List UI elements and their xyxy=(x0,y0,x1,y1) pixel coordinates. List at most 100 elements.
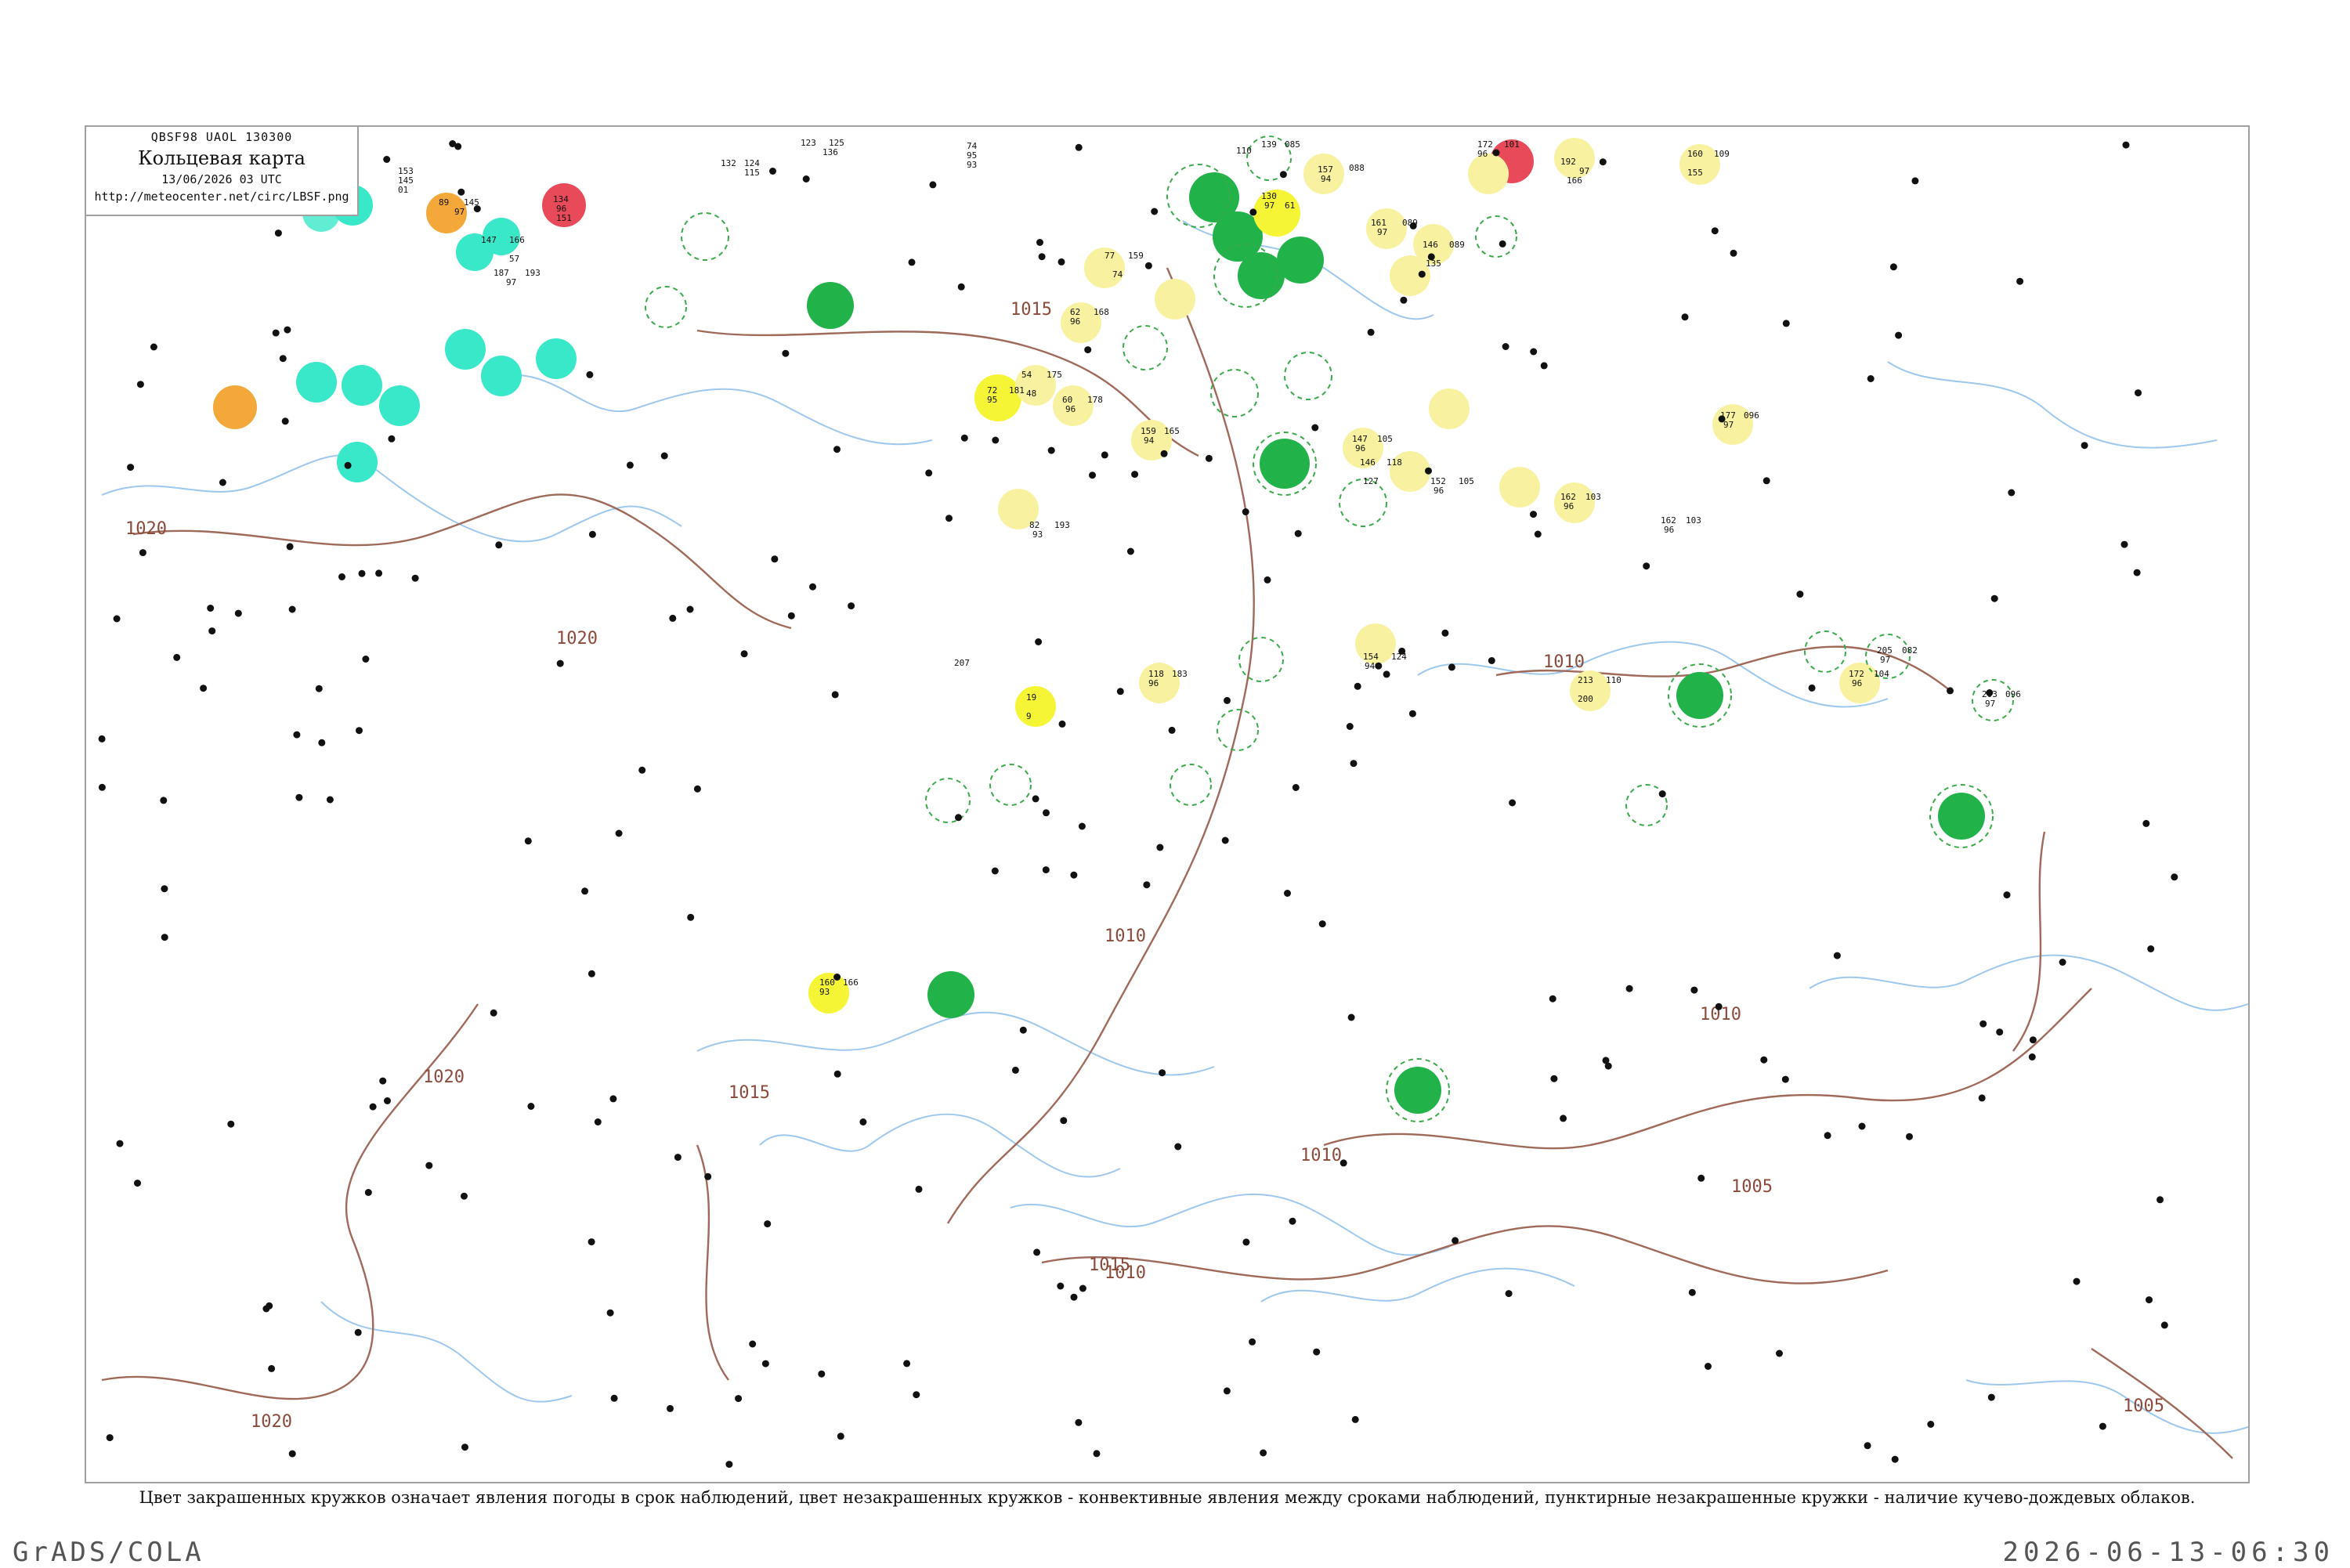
station-pressure: 96 xyxy=(1564,501,1574,511)
station-circle-orange[interactable] xyxy=(213,385,257,429)
station-marker xyxy=(586,370,594,378)
station-circle-yellow[interactable] xyxy=(974,374,1021,421)
synoptic-map[interactable]: 1015 1020 1010 1015 1020 1010 1015 1010 … xyxy=(86,127,2250,1483)
station-circle-light-yellow[interactable] xyxy=(1429,388,1470,429)
station-circle-green[interactable] xyxy=(927,971,974,1018)
station-marker xyxy=(279,355,287,363)
station-marker xyxy=(161,934,168,941)
station-circle-green[interactable] xyxy=(1394,1067,1441,1114)
bulletin-code: QBSF98 UAOL 130300 xyxy=(150,130,293,144)
station-marker xyxy=(1796,591,1804,598)
station-circle-green[interactable] xyxy=(807,282,854,329)
station-marker xyxy=(1441,629,1449,637)
station-marker xyxy=(1279,171,1287,179)
station-marker xyxy=(262,1305,270,1313)
station-marker xyxy=(116,1140,124,1147)
station-circle-green[interactable] xyxy=(1938,793,1985,840)
isobar-label: 1010 xyxy=(1300,1146,1342,1165)
station-marker xyxy=(1697,1174,1705,1182)
station-circle-yellow[interactable] xyxy=(1253,190,1300,237)
station-marker xyxy=(2003,891,2011,899)
station-marker xyxy=(98,735,106,742)
station-marker xyxy=(1340,1159,1347,1167)
station-temp: 146 xyxy=(1360,457,1376,468)
station-marker xyxy=(1599,158,1607,166)
station-circle-light-yellow[interactable] xyxy=(1155,279,1195,320)
station-pressure: 96 xyxy=(1148,678,1159,688)
station-marker xyxy=(150,343,157,351)
station-pressure: 9 xyxy=(1026,711,1032,721)
station-marker xyxy=(704,1172,712,1180)
station-marker xyxy=(354,1328,362,1336)
station-marker xyxy=(1891,1455,1899,1463)
station-circle-green[interactable] xyxy=(1676,672,1723,719)
station-marker xyxy=(1047,446,1055,454)
station-marker xyxy=(1808,684,1816,692)
cb-ring xyxy=(1123,325,1168,370)
station-circle-cyan[interactable] xyxy=(342,365,382,406)
station-marker xyxy=(581,887,589,895)
station-marker xyxy=(1038,253,1046,261)
station-marker xyxy=(288,605,296,613)
observation-time: 13/06/2026 03 UTC xyxy=(161,172,282,186)
station-marker xyxy=(1978,1094,1986,1102)
station-pressure: 96 xyxy=(1852,678,1862,688)
station-marker xyxy=(200,685,208,692)
station-circle-cyan[interactable] xyxy=(445,329,486,370)
station-circle-light-yellow[interactable] xyxy=(1554,482,1595,523)
station-marker xyxy=(903,1360,911,1367)
source-url[interactable]: http://meteocenter.net/circ/LBSF.png xyxy=(86,190,357,204)
station-marker xyxy=(1242,508,1249,515)
station-marker xyxy=(473,205,481,213)
station-marker xyxy=(913,1391,920,1399)
station-dewpoint: 61 xyxy=(1285,201,1295,211)
station-marker xyxy=(626,461,634,469)
station-marker xyxy=(609,1095,617,1103)
isobar-1015 xyxy=(696,329,1199,457)
station-circle-cyan[interactable] xyxy=(296,362,337,403)
station-marker xyxy=(1075,1418,1083,1426)
station-marker xyxy=(1400,296,1408,304)
station-pressure: 94 xyxy=(1321,174,1332,184)
station-marker xyxy=(1889,263,1897,271)
station-marker xyxy=(802,175,810,182)
map-panel[interactable]: 1015 1020 1010 1015 1020 1010 1015 1010 … xyxy=(85,125,2250,1483)
station-dewpoint: 175 xyxy=(1047,370,1062,380)
station-dewpoint: 089 xyxy=(1449,240,1465,250)
station-marker xyxy=(2133,569,2141,576)
station-marker xyxy=(1093,1450,1101,1458)
coastline xyxy=(1010,1193,1450,1256)
station-circle-green[interactable] xyxy=(1260,439,1310,489)
station-marker xyxy=(831,691,839,699)
station-marker xyxy=(1221,836,1229,844)
cb-ring xyxy=(1284,352,1332,400)
station-marker xyxy=(1408,710,1416,717)
station-circle-cyan[interactable] xyxy=(337,442,378,482)
station-circle-green[interactable] xyxy=(1277,237,1324,284)
station-dewpoint: 101 xyxy=(1504,139,1520,150)
station-marker xyxy=(344,461,352,469)
station-dewpoint: 139 xyxy=(1261,139,1277,150)
station-marker xyxy=(1084,346,1092,354)
station-pressure: 96 xyxy=(1664,525,1674,535)
station-marker xyxy=(1060,1117,1068,1125)
cb-ring xyxy=(645,286,687,328)
station-circle-cyan[interactable] xyxy=(481,356,522,396)
station-circle-light-yellow[interactable] xyxy=(1468,154,1509,194)
station-marker xyxy=(383,156,391,163)
station-marker xyxy=(2160,1321,2168,1329)
cb-ring xyxy=(1238,637,1284,682)
station-marker xyxy=(379,1077,387,1085)
station-temp: 147 xyxy=(481,235,497,245)
station-marker xyxy=(1224,696,1231,704)
station-marker xyxy=(1318,920,1326,928)
station-circle-cyan[interactable] xyxy=(536,338,577,379)
render-timestamp: 2026-06-13-06:30 xyxy=(2002,1537,2334,1568)
station-marker xyxy=(1143,881,1151,889)
station-pressure: 127 xyxy=(1363,476,1379,486)
station-marker xyxy=(660,452,668,460)
station-marker xyxy=(1550,1075,1558,1082)
station-marker xyxy=(859,1118,867,1125)
station-circle-cyan[interactable] xyxy=(379,385,420,426)
station-circle-light-yellow[interactable] xyxy=(1499,467,1540,508)
